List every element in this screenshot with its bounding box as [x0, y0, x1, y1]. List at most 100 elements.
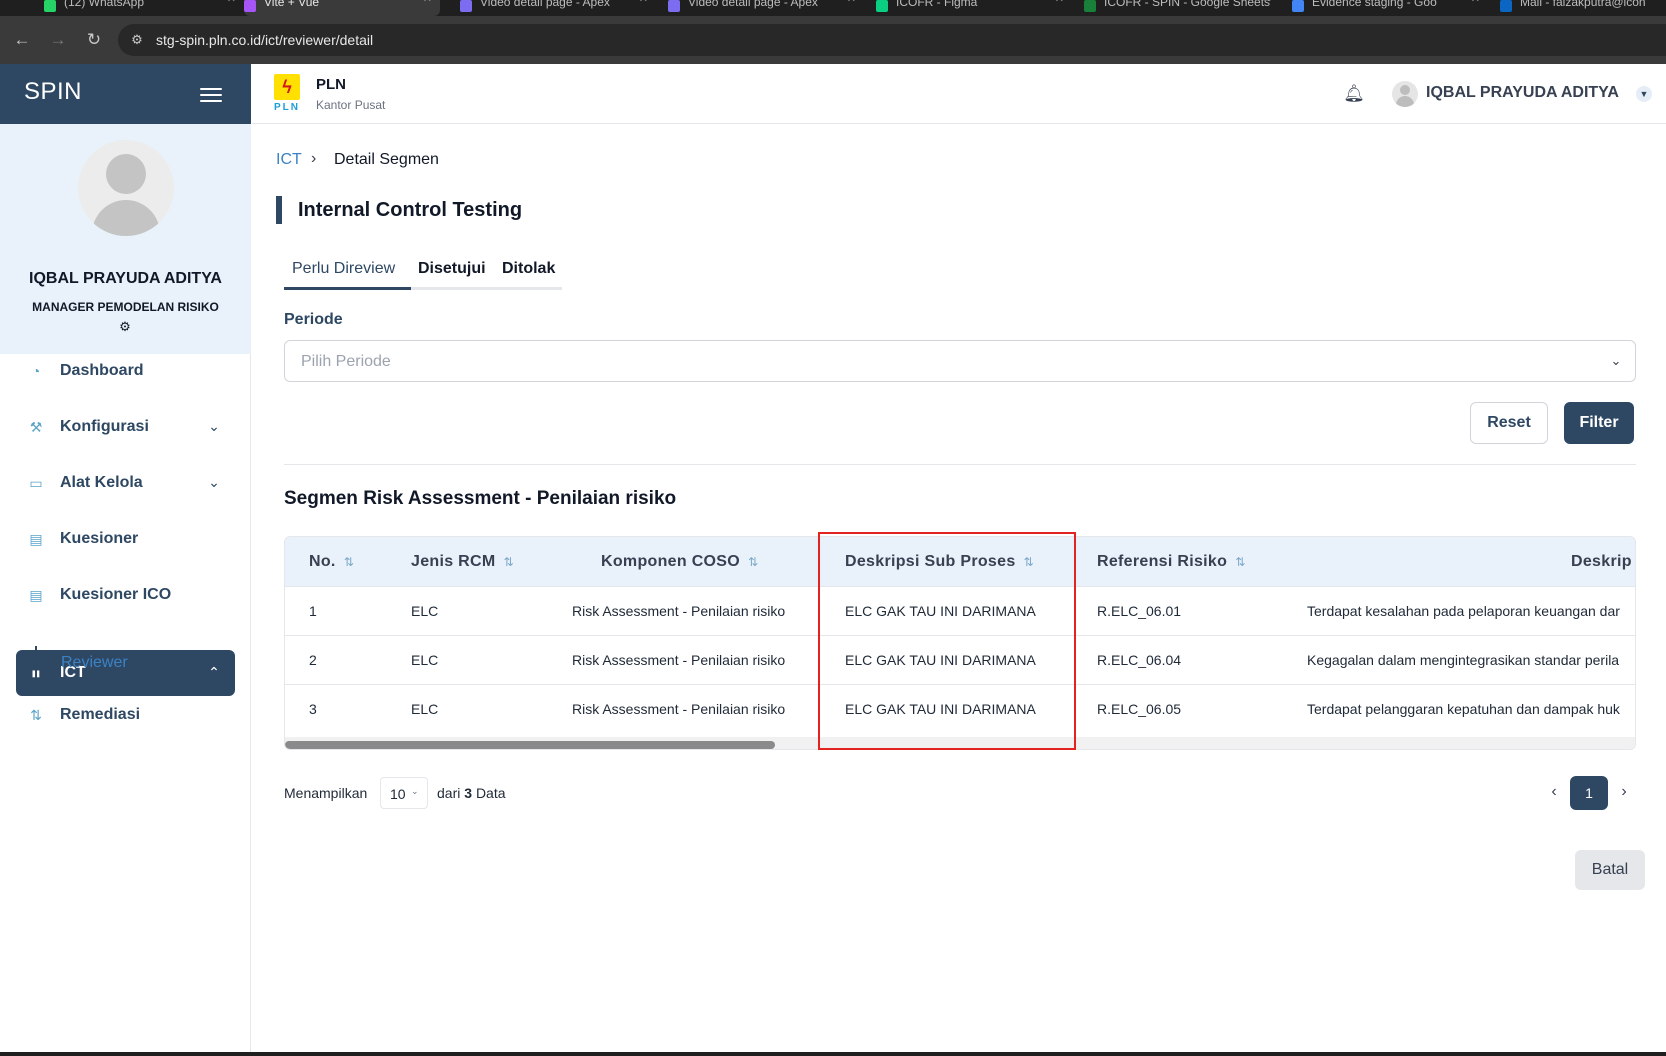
sidebar-subitem-reviewer[interactable]: Reviewer: [61, 654, 128, 672]
table-cell: Risk Assessment - Penilaian risiko: [572, 603, 786, 619]
browser-tab[interactable]: Evidence staging - Goo✕: [1292, 0, 1488, 16]
status-tabs: Perlu Direview Disetujui Ditolak: [284, 256, 562, 290]
close-icon[interactable]: ✕: [639, 0, 648, 5]
chevron-left-icon[interactable]: ‹: [1544, 779, 1564, 805]
monitor-icon: ▭: [29, 475, 43, 491]
page-size-select[interactable]: 10 ⌄: [380, 777, 428, 809]
clipboard-icon: ▤: [29, 531, 43, 547]
user-name[interactable]: IQBAL PRAYUDA ADITYA: [1426, 84, 1619, 102]
sidebar-item-remediasi[interactable]: ⇅ Remediasi: [16, 692, 235, 738]
title-accent-bar: [276, 196, 282, 224]
reload-icon[interactable]: ↻: [82, 28, 106, 52]
browser-tab[interactable]: (12) WhatsApp✕: [44, 0, 244, 16]
browser-tabstrip: (12) WhatsApp✕ Vite + Vue✕ Video detail …: [0, 0, 1666, 16]
close-icon[interactable]: ✕: [847, 0, 856, 5]
table-cell: R.ELC_06.04: [1097, 652, 1182, 668]
apex-icon: [460, 0, 472, 12]
sidebar-item-dashboard[interactable]: ◔ Dashboard: [16, 348, 235, 394]
window-bottom-edge: [0, 1052, 1666, 1056]
browser-tab-active[interactable]: Vite + Vue✕: [244, 0, 440, 16]
pln-logo: ϟ PLN: [272, 74, 302, 116]
cancel-button[interactable]: Batal: [1575, 850, 1645, 890]
browser-tab[interactable]: Mail - faizakputra@icon: [1500, 0, 1666, 16]
table-cell: 2: [309, 652, 317, 668]
chevron-up-icon[interactable]: ⌃: [205, 663, 223, 681]
submenu-indicator: [35, 646, 37, 684]
mail-icon: [1500, 0, 1512, 12]
site-settings-icon[interactable]: ⚙: [128, 31, 146, 49]
browser-tab[interactable]: ICOFR - SPIN - Google Sheets✕: [1084, 0, 1280, 16]
browser-tab[interactable]: ICOFR - Figma✕: [876, 0, 1072, 16]
tab-perlu-direview[interactable]: Perlu Direview: [292, 260, 395, 278]
close-icon[interactable]: ✕: [423, 0, 432, 5]
close-icon[interactable]: ✕: [1055, 0, 1064, 5]
browser-tab[interactable]: Video detail page - Apex✕: [668, 0, 864, 16]
sort-icon[interactable]: ⇅: [1235, 555, 1245, 569]
sidebar-item-label: Alat Kelola: [60, 474, 143, 491]
breadcrumb-link[interactable]: ICT: [276, 151, 302, 169]
table-cell: Terdapat pelanggaran kepatuhan dan dampa…: [1307, 701, 1620, 717]
table-cell: R.ELC_06.05: [1097, 701, 1182, 717]
close-icon[interactable]: ✕: [1263, 0, 1272, 5]
section-title: Segmen Risk Assessment - Penilaian risik…: [284, 488, 677, 509]
tab-ditolak[interactable]: Ditolak: [502, 260, 555, 278]
bell-icon[interactable]: 🔔︎: [1342, 82, 1366, 106]
chevron-right-icon[interactable]: ›: [1614, 779, 1634, 805]
org-name: PLN: [316, 76, 346, 93]
top-header: ϟ PLN PLN Kantor Pusat 🔔︎ IQBAL PRAYUDA …: [252, 64, 1666, 124]
close-icon[interactable]: ✕: [1471, 0, 1480, 5]
sidebar-item-konfigurasi[interactable]: ⚒ Konfigurasi ⌄: [16, 404, 235, 450]
divider: [284, 464, 1636, 465]
periode-select[interactable]: Pilih Periode ⌄: [284, 340, 1636, 382]
sidebar-item-kuesioner-ico[interactable]: ▤ Kuesioner ICO: [16, 572, 235, 618]
close-icon[interactable]: ✕: [227, 0, 236, 5]
column-header-no[interactable]: No. ⇅: [309, 553, 354, 571]
org-subtitle: Kantor Pusat: [316, 98, 386, 112]
url-field[interactable]: ⚙ stg-spin.pln.co.id/ict/reviewer/detail: [118, 24, 1666, 56]
table-cell: ELC: [411, 652, 439, 668]
horizontal-scrollbar-thumb[interactable]: [285, 741, 775, 749]
sidebar-item-alat-kelola[interactable]: ▭ Alat Kelola ⌄: [16, 460, 235, 506]
hamburger-menu-icon[interactable]: [200, 84, 222, 104]
reset-button[interactable]: Reset: [1470, 402, 1548, 444]
apex-icon: [668, 0, 680, 12]
sidebar-item-label: Kuesioner: [60, 530, 139, 547]
column-header-referensi-risiko[interactable]: Referensi Risiko ⇅: [1097, 553, 1246, 571]
table-cell: 3: [309, 701, 317, 717]
sidebar-item-label: Remediasi: [60, 706, 141, 723]
avatar: [78, 140, 174, 236]
chevron-down-icon: ⌄: [1610, 353, 1622, 368]
column-header-komponen-coso[interactable]: Komponen COSO ⇅: [601, 553, 758, 571]
chevron-right-icon: ›: [311, 150, 317, 167]
sort-icon[interactable]: ⇅: [748, 555, 758, 569]
chevron-down-icon: ⌄: [411, 786, 419, 796]
sidebar-item-kuesioner[interactable]: ▤ Kuesioner: [16, 516, 235, 562]
table-cell: Kegagalan dalam mengintegrasikan standar…: [1307, 652, 1620, 668]
gear-icon[interactable]: ⚙: [118, 320, 132, 334]
table-cell: 1: [309, 603, 317, 619]
sort-icon[interactable]: ⇅: [344, 555, 354, 569]
sort-icon[interactable]: ⇅: [504, 555, 514, 569]
sheets-icon: [1084, 0, 1096, 12]
breadcrumb-current: Detail Segmen: [334, 151, 439, 168]
url-text[interactable]: stg-spin.pln.co.id/ict/reviewer/detail: [156, 32, 373, 48]
column-header-deskripsi[interactable]: Deskrip: [1571, 553, 1632, 571]
arrows-icon: ⇅: [30, 707, 42, 723]
whatsapp-icon: [44, 0, 56, 12]
filter-button[interactable]: Filter: [1564, 402, 1634, 444]
highlight-annotation-box: [818, 532, 1076, 750]
tab-disetujui[interactable]: Disetujui: [418, 260, 486, 278]
forward-icon[interactable]: →: [46, 28, 70, 52]
chevron-down-icon[interactable]: ⌄: [205, 417, 223, 435]
page-title: Internal Control Testing: [298, 199, 523, 221]
brand-bar: SPIN: [0, 64, 251, 124]
avatar[interactable]: [1392, 81, 1418, 107]
chevron-down-icon[interactable]: ▼: [1636, 86, 1652, 102]
browser-tab[interactable]: Video detail page - Apex✕: [460, 0, 656, 16]
chevron-down-icon[interactable]: ⌄: [205, 473, 223, 491]
page-number-button[interactable]: 1: [1570, 776, 1608, 810]
back-icon[interactable]: ←: [10, 28, 34, 52]
dashboard-icon: ◔: [31, 363, 41, 379]
sidebar-item-label: Dashboard: [60, 362, 144, 379]
column-header-jenis-rcm[interactable]: Jenis RCM ⇅: [411, 553, 514, 571]
